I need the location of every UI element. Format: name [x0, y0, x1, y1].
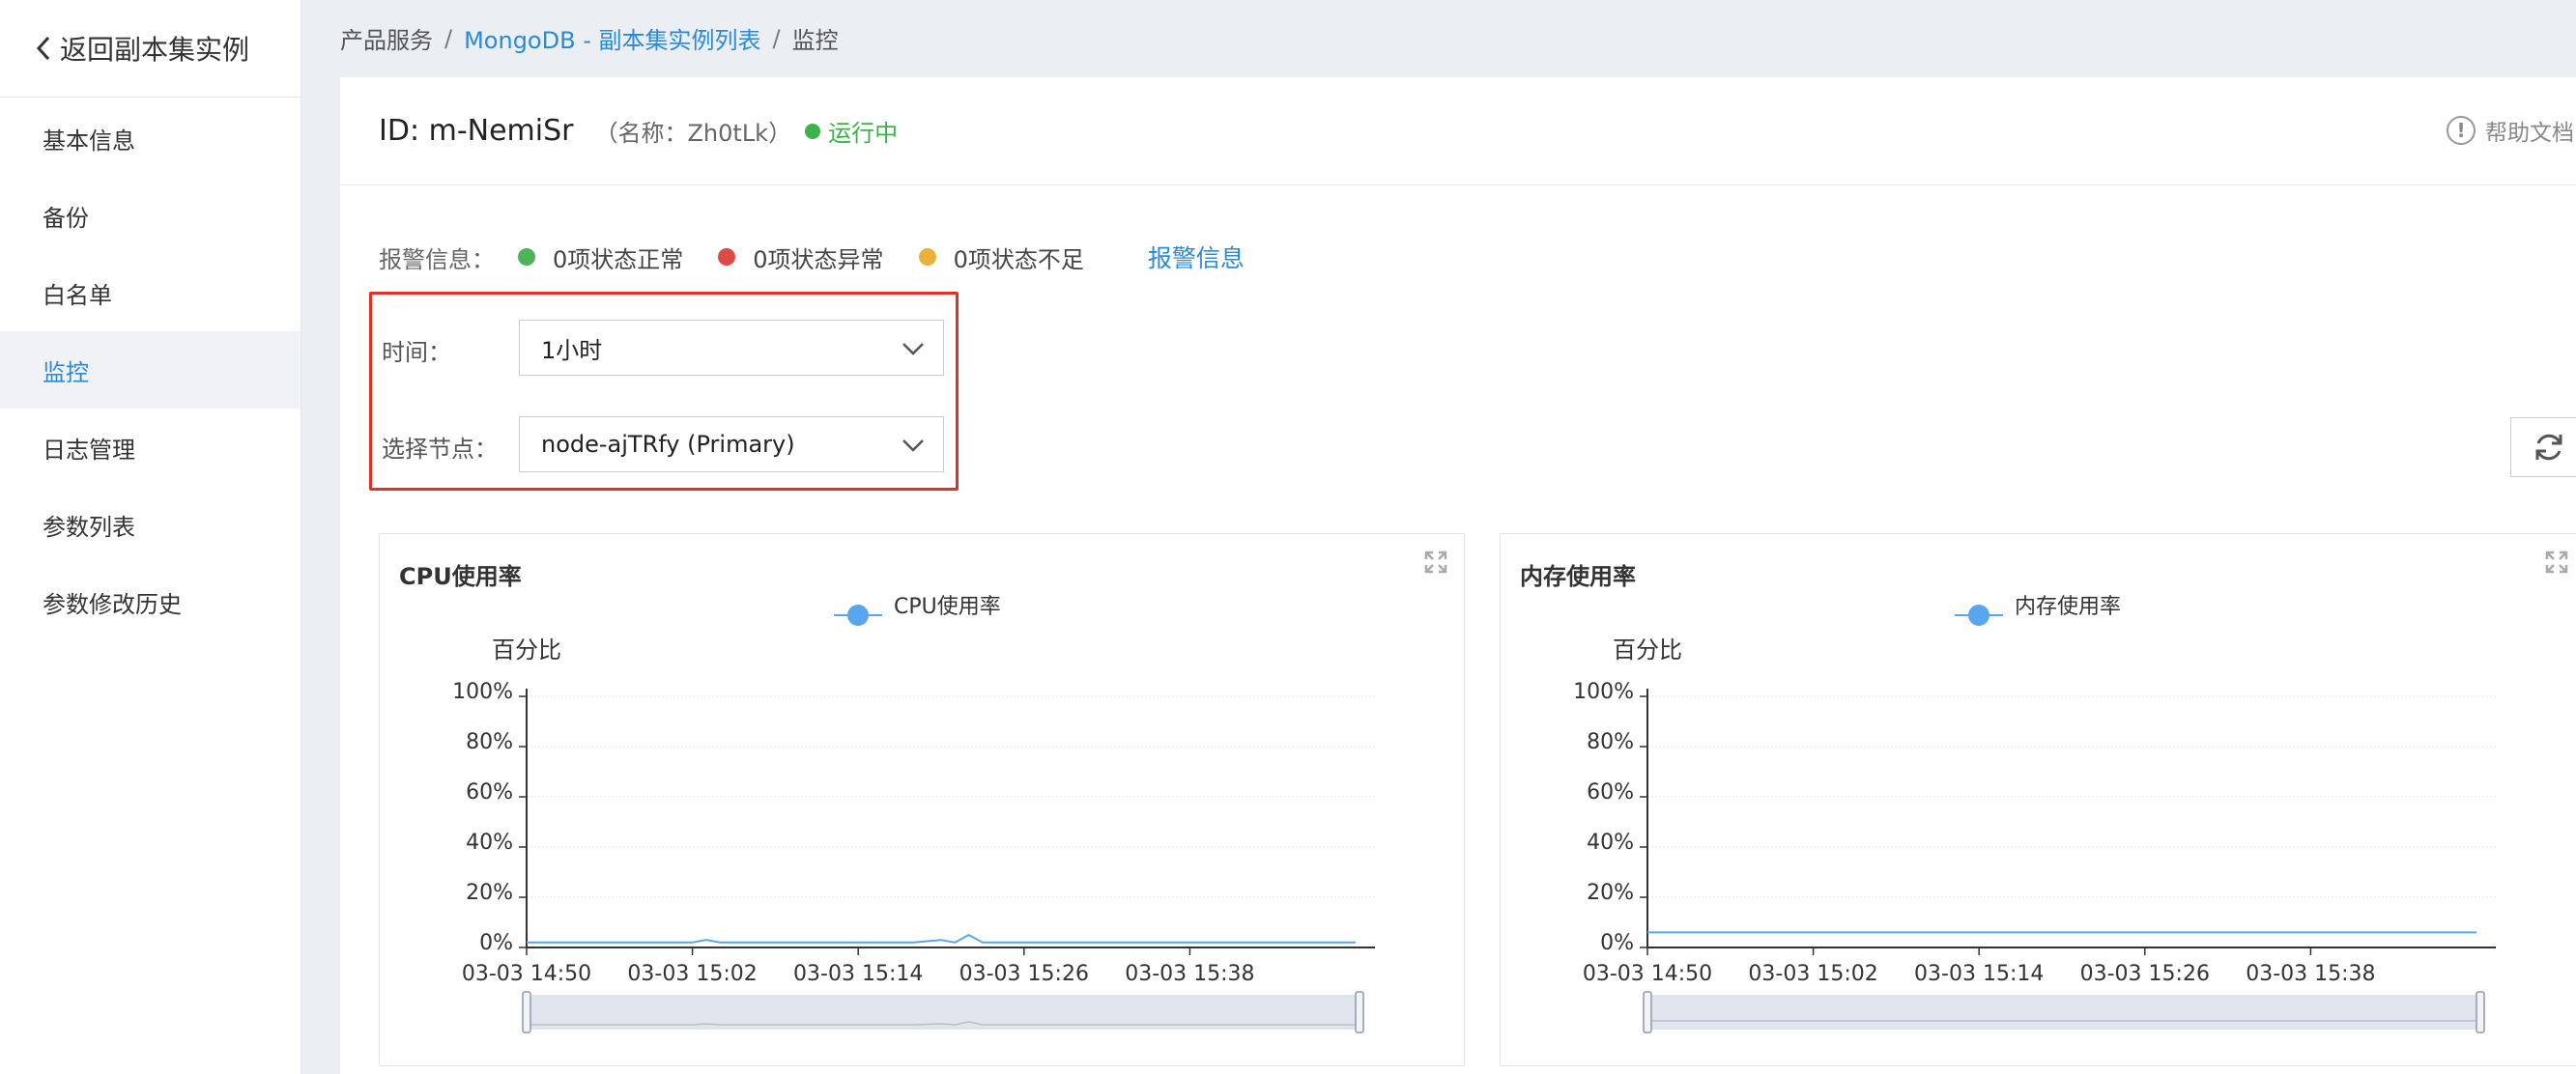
- x-tick-label: 03-03 15:02: [1748, 962, 1877, 986]
- green-dot-icon: [518, 248, 535, 266]
- alarm-abnormal: 0项状态异常: [718, 240, 884, 274]
- y-tick-label: 0%: [479, 931, 513, 955]
- instance-name: （名称：Zh0tLk）: [594, 120, 792, 147]
- alarm-insufficient: 0项状态不足: [918, 240, 1084, 274]
- legend-label: 内存使用率: [2015, 595, 2121, 619]
- zoom-slider-handle[interactable]: [1643, 991, 1652, 1033]
- breadcrumb-separator: /: [444, 24, 453, 52]
- chevron-down-icon: [902, 439, 924, 452]
- time-label: 时间：: [382, 339, 451, 366]
- legend-marker: [1968, 605, 1989, 626]
- refresh-icon: [2535, 434, 2562, 461]
- alarm-normal-text: 0项状态正常: [553, 245, 684, 273]
- instance-header: ID: m-NemiSr （名称：Zh0tLk） 运行中 ! 帮助文档: [340, 77, 2576, 185]
- x-tick-label: 03-03 15:38: [1125, 962, 1254, 986]
- sidebar-item-whitelist[interactable]: 白名单: [0, 254, 301, 331]
- back-link-label: 返回副本集实例: [60, 34, 250, 66]
- sidebar-item-label: 白名单: [43, 281, 112, 309]
- alarm-summary: 报警信息： 0项状态正常 0项状态异常 0项状态不足 报警信息: [379, 240, 1245, 274]
- x-tick-label: 03-03 15:38: [2246, 962, 2375, 986]
- refresh-button[interactable]: [2510, 417, 2576, 477]
- back-to-replica-set-list-link[interactable]: 返回副本集实例: [0, 0, 301, 98]
- sidebar-item-label: 备份: [43, 204, 89, 232]
- zoom-slider-handle[interactable]: [1355, 991, 1364, 1033]
- y-tick-label: 60%: [466, 780, 513, 805]
- legend-label: CPU使用率: [894, 595, 1001, 619]
- sidebar-item-label: 基本信息: [43, 127, 135, 155]
- status-dot-icon: [805, 123, 821, 139]
- alarm-normal: 0项状态正常: [518, 240, 683, 274]
- sidebar-item-backup[interactable]: 备份: [0, 177, 301, 254]
- sidebar-item-log-management[interactable]: 日志管理: [0, 409, 301, 486]
- breadcrumb-current: 监控: [791, 27, 839, 54]
- zoom-slider-handle[interactable]: [2476, 991, 2485, 1033]
- sidebar: 返回副本集实例 基本信息 备份 白名单 监控 日志管理 参数列表 参数修改历史: [0, 0, 301, 1074]
- node-label: 选择节点：: [382, 436, 498, 463]
- sidebar-item-parameter-history[interactable]: 参数修改历史: [0, 563, 301, 640]
- y-tick-label: 80%: [1587, 730, 1634, 754]
- cpu-usage-chart-card: CPU使用率 CPU使用率百分比 0% 20% 40% 60% 80% 100% 03-03 …: [379, 533, 1465, 1066]
- yellow-dot-icon: [918, 248, 936, 266]
- exclamation-circle-icon: !: [2447, 116, 2476, 145]
- y-tick-label: 40%: [466, 831, 513, 855]
- sidebar-item-parameter-list[interactable]: 参数列表: [0, 486, 301, 563]
- x-tick-label: 03-03 15:14: [1914, 962, 2044, 986]
- chevron-down-icon: [902, 343, 924, 355]
- legend-marker: [847, 605, 869, 626]
- chevron-left-icon: [36, 36, 50, 61]
- help-docs-label: 帮助文档: [2485, 121, 2574, 146]
- sidebar-item-monitoring[interactable]: 监控: [0, 331, 301, 409]
- sidebar-item-label: 参数列表: [43, 513, 135, 541]
- red-dot-icon: [718, 248, 736, 266]
- instance-id: ID: m-NemiSr: [379, 114, 574, 148]
- x-tick-label: 03-03 14:50: [462, 962, 591, 986]
- status-badge: 运行中: [805, 114, 898, 148]
- alarm-label: 报警信息：: [379, 245, 495, 273]
- zoom-slider-window: [1647, 996, 2480, 1029]
- help-docs-link[interactable]: ! 帮助文档: [2447, 114, 2574, 147]
- sidebar-item-basic-info[interactable]: 基本信息: [0, 99, 301, 177]
- sidebar-item-label: 监控: [43, 358, 89, 386]
- monitoring-panel: ID: m-NemiSr （名称：Zh0tLk） 运行中 ! 帮助文档 报警信息…: [340, 77, 2576, 1074]
- y-tick-label: 20%: [466, 881, 513, 905]
- alarm-insufficient-text: 0项状态不足: [953, 245, 1084, 273]
- y-tick-label: 60%: [1587, 780, 1634, 805]
- sidebar-item-label: 日志管理: [43, 436, 135, 464]
- y-tick-label: 100%: [452, 680, 513, 704]
- node-value: node-ajTRfy (Primary): [541, 431, 795, 458]
- time-range-select[interactable]: 1小时: [519, 320, 944, 376]
- y-tick-label: 20%: [1587, 881, 1634, 905]
- series-line: [527, 933, 1356, 944]
- breadcrumb-products[interactable]: 产品服务: [340, 21, 433, 55]
- x-tick-label: 03-03 14:50: [1583, 962, 1712, 986]
- x-tick-label: 03-03 15:26: [959, 962, 1089, 986]
- filter-highlight-box: 时间： 1小时 选择节点： node-ajTRfy (Primary): [369, 292, 959, 491]
- zoom-slider-handle[interactable]: [522, 991, 531, 1033]
- y-axis-title: 百分比: [1613, 636, 1682, 664]
- breadcrumb-instance-list-link[interactable]: MongoDB - 副本集实例列表: [464, 21, 760, 55]
- sidebar-item-label: 参数修改历史: [43, 590, 182, 618]
- alarm-info-link[interactable]: 报警信息: [1148, 240, 1245, 274]
- y-tick-label: 100%: [1573, 680, 1634, 704]
- alarm-abnormal-text: 0项状态异常: [753, 245, 884, 273]
- y-tick-label: 80%: [466, 730, 513, 754]
- y-tick-label: 0%: [1600, 931, 1634, 955]
- cpu-usage-chart: CPU使用率百分比 0% 20% 40% 60% 80% 100% 03-03 14:50 03…: [452, 595, 1375, 1033]
- memory-usage-chart: 内存使用率百分比 0% 20% 40% 60% 80% 100% 03-03 14:50 03-…: [1573, 595, 2496, 1033]
- x-tick-label: 03-03 15:02: [627, 962, 757, 986]
- time-range-value: 1小时: [541, 336, 603, 364]
- x-tick-label: 03-03 15:26: [2080, 962, 2210, 986]
- y-axis-title: 百分比: [492, 636, 561, 664]
- status-text: 运行中: [828, 120, 899, 147]
- node-select[interactable]: node-ajTRfy (Primary): [519, 416, 944, 472]
- breadcrumb: 产品服务 / MongoDB - 副本集实例列表 / 监控: [340, 21, 839, 55]
- memory-usage-chart-card: 内存使用率 内存使用率百分比 0% 20% 40% 60% 80% 100% 03-03 14…: [1500, 533, 2576, 1066]
- y-tick-label: 40%: [1587, 831, 1634, 855]
- x-tick-label: 03-03 15:14: [793, 962, 923, 986]
- breadcrumb-separator: /: [772, 24, 781, 52]
